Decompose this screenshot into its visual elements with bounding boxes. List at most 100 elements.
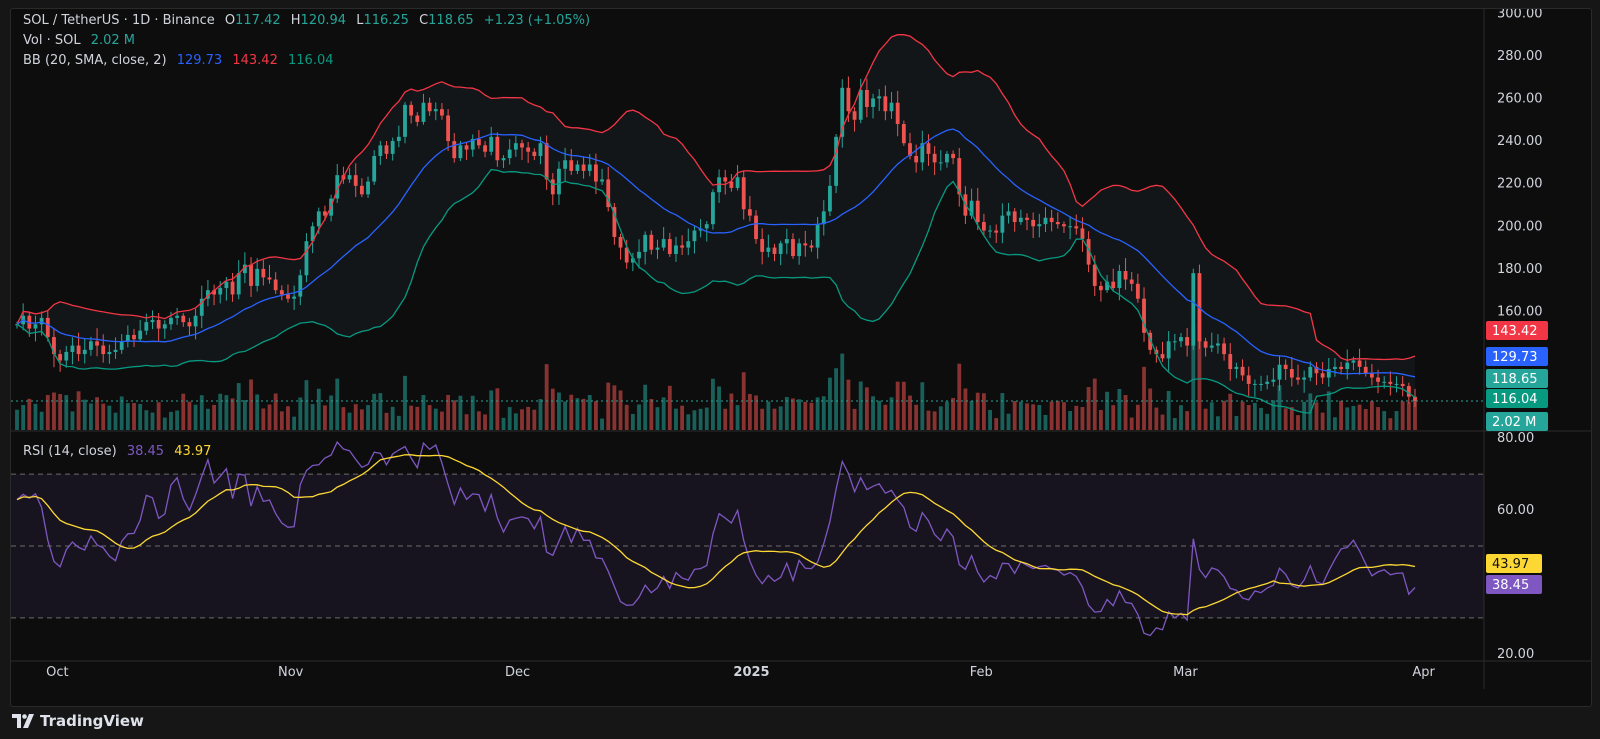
candle-body (230, 281, 235, 295)
volume-bar (1099, 410, 1103, 430)
candle-body (396, 136, 401, 142)
candle (236, 260, 241, 300)
candle-body (858, 89, 863, 120)
candle-body (125, 334, 130, 342)
volume-bar (1265, 413, 1270, 430)
volume-bar (323, 405, 327, 430)
candle-body (446, 115, 451, 142)
candle-body (76, 345, 81, 355)
volume-bar (1018, 401, 1023, 430)
volume-bar (236, 383, 241, 430)
volume-bar (1363, 409, 1368, 430)
candle-body (988, 230, 992, 232)
candle-body (1179, 337, 1183, 342)
volume-bar (1068, 411, 1073, 430)
rsi-badge: 38.45 (1486, 575, 1542, 594)
footer-brand[interactable]: TradingView (12, 706, 144, 736)
candle-body (981, 222, 986, 231)
candle-body (218, 288, 223, 295)
candle-body (674, 245, 678, 254)
candle-body (458, 145, 463, 159)
volume-bar (704, 407, 709, 430)
volume-bar (981, 393, 986, 430)
rsi-ma-value: 43.97 (174, 444, 212, 459)
price-badge: 116.04 (1486, 389, 1548, 408)
candle-body (33, 324, 38, 329)
candle-body (784, 239, 789, 244)
volume-bar (957, 363, 962, 430)
volume-bar (1043, 414, 1048, 430)
volume-bar (963, 388, 968, 430)
volume-bar (125, 403, 130, 430)
time-label: Mar (1173, 665, 1198, 680)
legend-volume: Vol · SOL 2.02 M (23, 33, 141, 48)
volume-bar (612, 385, 617, 430)
volume-bar (877, 400, 882, 430)
candle-body (372, 155, 377, 182)
volume-bar (64, 395, 69, 430)
volume-bar (766, 401, 771, 430)
candle-body (1055, 222, 1060, 225)
volume-bar (717, 386, 721, 430)
volume-bar (495, 388, 500, 430)
volume-bar (803, 401, 808, 430)
volume-bar (476, 411, 481, 430)
bb-label[interactable]: BB (20, SMA, close, 2) (23, 53, 167, 68)
candle-body (440, 109, 444, 116)
candle-body (144, 322, 149, 331)
candle-body (791, 239, 795, 257)
volume-bar (88, 403, 93, 430)
candle-body (637, 251, 641, 259)
candle-body (1191, 273, 1196, 346)
rsi-label[interactable]: RSI (14, close) (23, 444, 117, 459)
volume-bar (1123, 394, 1128, 430)
price-badge-text: 118.65 (1492, 372, 1538, 387)
candle-body (1240, 366, 1245, 376)
volume-bar (729, 393, 734, 430)
volume-bar (107, 405, 112, 430)
candle-body (766, 247, 771, 252)
candle-body (273, 279, 278, 291)
candle-body (267, 277, 272, 280)
candle (304, 233, 309, 283)
volume-bar (249, 379, 253, 430)
candle-body (298, 275, 303, 297)
price-chart[interactable]: 300.00 280.00 260.00 240.00 220.00 200.00 180.… (11, 9, 1591, 706)
candle-body (1018, 217, 1023, 223)
volume-bar (1246, 405, 1251, 430)
volume-bar (914, 404, 919, 430)
volume-label[interactable]: Vol · SOL (23, 33, 81, 48)
symbol-title[interactable]: SOL / TetherUS · 1D · Binance (23, 13, 215, 28)
volume-bar (1000, 393, 1005, 430)
volume-bar (778, 406, 783, 430)
volume-bar (261, 408, 266, 430)
volume-bar (483, 414, 487, 430)
volume-bar (452, 400, 457, 430)
candle-body (501, 158, 506, 161)
candle-body (797, 243, 802, 257)
candle-body (101, 345, 106, 355)
volume-bar (224, 395, 229, 430)
volume-bar (926, 410, 931, 430)
volume-bar (1092, 378, 1097, 430)
volume-bar (1388, 418, 1393, 430)
candle-body (593, 164, 598, 182)
candle-body (1043, 217, 1048, 225)
candle-body (1185, 337, 1190, 346)
volume-bar (138, 403, 143, 430)
candle-body (821, 211, 826, 225)
volume-bar (797, 399, 802, 430)
volume-bar (1154, 407, 1159, 430)
candle-body (1222, 343, 1226, 355)
candle-body (95, 341, 99, 346)
bb-basis-value: 129.73 (176, 53, 223, 68)
volume-bar (1148, 388, 1153, 430)
candle-body (550, 179, 555, 195)
volume-bar (181, 393, 186, 430)
candle-body (193, 315, 198, 327)
volume-bar (1209, 402, 1214, 430)
candle-body (1394, 383, 1399, 385)
candle-body (1068, 226, 1073, 228)
volume-bar (1074, 405, 1079, 430)
candle-body (557, 168, 561, 195)
